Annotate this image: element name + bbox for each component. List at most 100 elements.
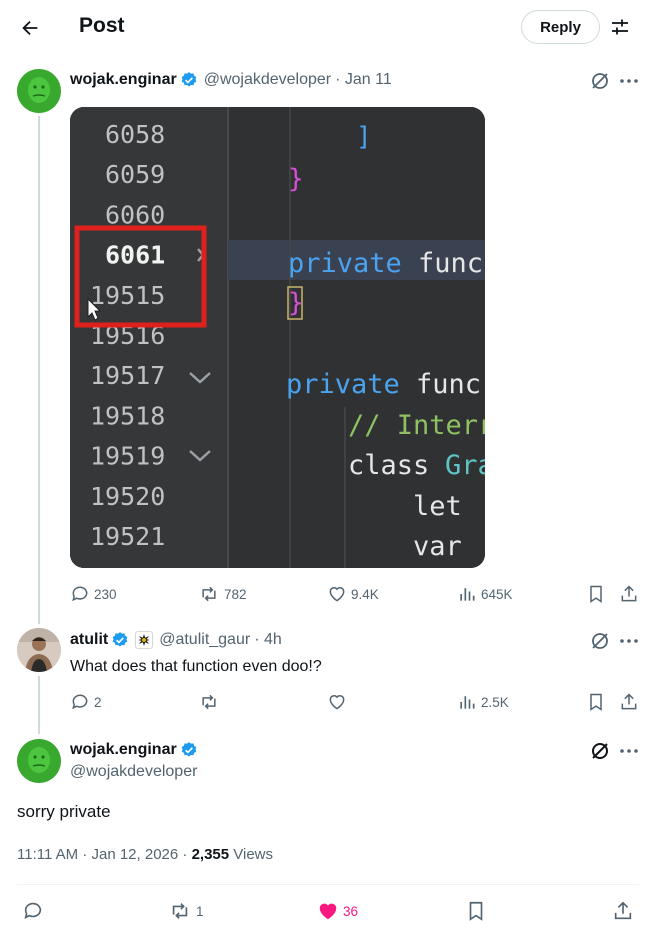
avatar[interactable] — [17, 739, 61, 783]
affiliate-badge-icon[interactable] — [135, 631, 154, 649]
verified-badge-icon — [180, 741, 198, 759]
share-icon — [621, 693, 637, 710]
focused-author: wojak.enginar — [70, 740, 198, 760]
reply-icon — [72, 586, 88, 602]
repost-count-button[interactable]: 1 — [168, 900, 204, 922]
code-bracket: ] — [356, 122, 372, 152]
reply-button[interactable]: Reply — [521, 10, 600, 44]
share-button[interactable] — [619, 584, 643, 604]
post-timestamp[interactable]: 11:11 AM · Jan 12, 2026 · — [17, 846, 192, 863]
share-button[interactable] — [612, 900, 638, 922]
grok-icon[interactable] — [589, 630, 611, 652]
post-date[interactable]: · Jan 11 — [335, 71, 392, 89]
heart-filled-icon — [319, 903, 337, 920]
heart-icon — [329, 587, 345, 602]
post-time[interactable]: · 4h — [254, 631, 282, 649]
bookmark-button[interactable] — [586, 584, 610, 604]
post-metadata: 11:11 AM · Jan 12, 2026 · 2,355 Views — [17, 846, 273, 863]
code-comment: // Interr — [348, 410, 485, 441]
thread-line — [38, 116, 40, 624]
code-keyword: private — [288, 248, 402, 279]
code-class-name: Gra — [445, 450, 485, 481]
views-count: 645K — [481, 586, 513, 602]
views-count-button[interactable]: 2.5K — [457, 692, 509, 712]
bookmark-button[interactable] — [586, 692, 610, 712]
repost-icon — [202, 694, 216, 710]
more-options-icon[interactable] — [618, 70, 640, 92]
reply-count-button[interactable]: 230 — [70, 584, 117, 604]
back-arrow-icon[interactable] — [14, 12, 46, 44]
more-options-icon[interactable] — [618, 630, 640, 652]
code-class-keyword: class — [348, 450, 429, 481]
share-button[interactable] — [619, 692, 643, 712]
line-number: 19520 — [90, 482, 165, 511]
line-number: 19515 — [90, 281, 165, 310]
repost-count: 782 — [224, 586, 247, 602]
author-name[interactable]: wojak.enginar — [70, 741, 177, 759]
more-options-icon[interactable] — [618, 740, 640, 762]
heart-icon — [329, 695, 345, 710]
post-image[interactable]: 6058 6059 6060 6061 19515 19516 19517 19518 1951… — [70, 107, 485, 568]
like-button[interactable] — [327, 692, 351, 712]
repost-icon — [172, 903, 188, 919]
thread-line — [38, 676, 40, 734]
line-number: 6060 — [105, 200, 165, 229]
code-func: func — [418, 248, 483, 279]
line-number: 19518 — [90, 401, 165, 430]
like-count: 36 — [343, 903, 359, 919]
author-name[interactable]: wojak.enginar — [70, 71, 177, 89]
author-handle[interactable]: @wojakdeveloper — [70, 763, 197, 781]
code-func: func — [416, 369, 481, 400]
verified-badge-icon — [180, 71, 198, 89]
views-chart-icon — [460, 588, 475, 601]
code-keyword: private — [286, 369, 400, 400]
grok-icon[interactable] — [589, 740, 611, 762]
share-icon — [614, 901, 632, 920]
code-brace: } — [288, 288, 304, 318]
repost-count-button[interactable]: 782 — [198, 584, 247, 604]
share-icon — [621, 585, 637, 602]
repost-button[interactable] — [198, 692, 224, 712]
reply-author: atulit @atulit_gaur · 4h — [70, 630, 282, 650]
line-number: 6061 — [105, 241, 165, 270]
line-number: 19519 — [90, 442, 165, 471]
line-number: 19521 — [90, 522, 165, 551]
views-chart-icon — [460, 696, 475, 709]
grok-icon[interactable] — [589, 70, 611, 92]
reply-icon — [24, 902, 42, 919]
post-text: sorry private — [17, 802, 111, 821]
views-count-button[interactable]: 645K — [457, 584, 513, 604]
line-number: 6059 — [105, 160, 165, 189]
reply-text: What does that function even doo!? — [70, 658, 322, 675]
bookmark-icon — [469, 901, 483, 921]
bookmark-button[interactable] — [465, 900, 491, 922]
bookmark-icon — [590, 585, 602, 603]
reply-count-button[interactable]: 2 — [70, 692, 102, 712]
author-handle[interactable]: @atulit_gaur — [159, 631, 250, 649]
bookmark-icon — [590, 693, 602, 711]
repost-icon — [202, 586, 216, 602]
like-count-button[interactable]: 36 — [317, 900, 358, 922]
author-handle[interactable]: @wojakdeveloper — [204, 71, 331, 89]
code-brace: } — [288, 164, 304, 194]
reply-button[interactable] — [22, 900, 48, 922]
reply-count: 2 — [94, 694, 102, 710]
author-name[interactable]: atulit — [70, 631, 108, 649]
header: Post Reply — [0, 0, 650, 56]
code-let: let — [413, 491, 462, 522]
line-number: 19517 — [90, 361, 165, 390]
avatar[interactable] — [17, 69, 61, 113]
views-count: 2,355 — [191, 846, 230, 863]
sliders-icon[interactable] — [607, 14, 633, 40]
like-count-button[interactable]: 9.4K — [327, 584, 379, 604]
code-var: var — [413, 531, 462, 562]
reply-icon — [72, 694, 88, 710]
line-number: 6058 — [105, 120, 165, 149]
verified-badge-icon — [111, 631, 129, 649]
views-count: 2.5K — [481, 694, 509, 710]
repost-count: 1 — [196, 903, 204, 919]
avatar[interactable] — [17, 628, 61, 672]
views-label: Views — [229, 846, 274, 863]
reply-count: 230 — [94, 586, 117, 602]
like-count: 9.4K — [351, 586, 379, 602]
